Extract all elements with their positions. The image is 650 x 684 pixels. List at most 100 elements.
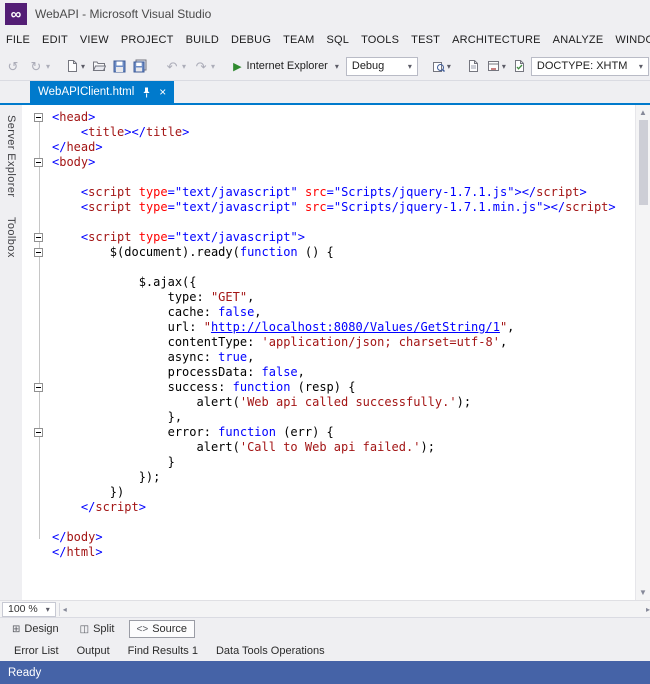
open-folder-icon	[92, 61, 107, 71]
code-editor[interactable]: <head> <title></title> </head> <body> <scr…	[22, 105, 635, 600]
menu-item-edit[interactable]: EDIT	[36, 29, 74, 51]
code-text: </html>	[52, 545, 103, 559]
fold-collapse-icon[interactable]	[34, 428, 43, 437]
code-line: })	[32, 485, 635, 500]
chevron-down-icon: ▾	[46, 61, 51, 71]
save-icon	[113, 60, 126, 72]
new-file-button[interactable]: ▾	[64, 57, 87, 75]
zoom-combobox[interactable]: 100 % ▾	[2, 601, 56, 617]
sidebar-tab-toolbox[interactable]: Toolbox	[5, 217, 17, 258]
vertical-scrollbar[interactable]: ▲ ▼	[635, 105, 650, 600]
panel-tab-data-tools-operations[interactable]: Data Tools Operations	[208, 642, 333, 660]
menu-item-tools[interactable]: TOOLS	[355, 29, 405, 51]
menu-item-file[interactable]: FILE	[0, 29, 36, 51]
fold-margin	[32, 215, 52, 230]
code-text: $(document).ready(function () {	[52, 245, 334, 259]
view-button-design[interactable]: ⊞ Design	[5, 621, 66, 637]
open-file-button[interactable]	[90, 58, 108, 75]
doctype-combobox[interactable]: DOCTYPE: XHTM ▾	[530, 56, 649, 76]
run-target-label: Internet Explorer	[246, 60, 328, 72]
menu-item-test[interactable]: TEST	[405, 29, 446, 51]
solution-configuration-combobox[interactable]: Debug ▾	[345, 56, 418, 76]
menu-item-analyze[interactable]: ANALYZE	[547, 29, 610, 51]
fold-margin	[32, 515, 52, 530]
code-line	[32, 215, 635, 230]
code-line: url: "http://localhost:8080/Values/GetSt…	[32, 320, 635, 335]
redo-button[interactable]: ↷ ▾	[191, 58, 217, 75]
browser-link-refresh-button[interactable]: ▾	[485, 58, 508, 75]
fold-margin	[32, 365, 52, 380]
close-icon[interactable]: ×	[159, 86, 166, 98]
menu-item-window[interactable]: WINDOW	[609, 29, 650, 51]
editor: <head> <title></title> </head> <body> <scr…	[22, 105, 650, 600]
navigate-forward-button[interactable]: ↻ ▾	[26, 58, 52, 75]
code-line: </body>	[32, 530, 635, 545]
configuration-value: Debug	[351, 60, 385, 72]
fold-collapse-icon[interactable]	[34, 233, 43, 242]
fold-margin	[32, 545, 52, 560]
fold-collapse-icon[interactable]	[34, 113, 43, 122]
menu-item-project[interactable]: PROJECT	[115, 29, 180, 51]
chevron-down-icon: ▾	[407, 61, 412, 71]
save-all-button[interactable]	[131, 57, 150, 75]
chevron-down-icon: ▾	[182, 61, 187, 71]
view-button-source[interactable]: <> Source	[128, 620, 196, 638]
fold-margin	[32, 425, 52, 440]
code-text: contentType: 'application/json; charset=…	[52, 335, 508, 349]
menu-item-architecture[interactable]: ARCHITECTURE	[446, 29, 547, 51]
code-line: $.ajax({	[32, 275, 635, 290]
fold-margin	[32, 125, 52, 140]
fold-margin	[32, 470, 52, 485]
fold-margin	[32, 245, 52, 260]
code-line: <script type="text/javascript" src="Scri…	[32, 200, 635, 215]
menu-item-view[interactable]: VIEW	[74, 29, 115, 51]
source-view-icon: <>	[136, 623, 149, 635]
find-in-files-button[interactable]: ▾	[430, 58, 453, 75]
menu-item-debug[interactable]: DEBUG	[225, 29, 277, 51]
navigate-backward-button[interactable]: ↺	[3, 58, 23, 75]
new-item-button[interactable]	[465, 57, 482, 75]
code-text: alert('Call to Web api failed.');	[52, 440, 435, 454]
code-text: <head>	[52, 110, 96, 124]
pin-icon[interactable]	[142, 87, 151, 98]
scroll-down-icon[interactable]: ▼	[639, 585, 647, 600]
undo-button[interactable]: ↶ ▾	[162, 58, 188, 75]
editor-bottom-bar: 100 % ▾ ◂ ▸	[0, 600, 650, 617]
fold-margin	[32, 170, 52, 185]
menu-item-sql[interactable]: SQL	[320, 29, 355, 51]
code-line	[32, 515, 635, 530]
fold-margin	[32, 335, 52, 350]
scroll-left-icon[interactable]: ◂	[63, 602, 67, 617]
code-line: contentType: 'application/json; charset=…	[32, 335, 635, 350]
menu-item-build[interactable]: BUILD	[180, 29, 225, 51]
fold-margin	[32, 350, 52, 365]
panel-tab-find-results-1[interactable]: Find Results 1	[120, 642, 206, 660]
fold-margin	[32, 500, 52, 515]
vs-window: ∞ WebAPI - Microsoft Visual Studio FILE E…	[0, 0, 650, 684]
schema-validation-button[interactable]	[511, 57, 528, 75]
code-text: })	[52, 485, 125, 499]
fold-collapse-icon[interactable]	[34, 158, 43, 167]
fold-collapse-icon[interactable]	[34, 248, 43, 257]
save-button[interactable]	[111, 58, 128, 75]
main-toolbar: ↺ ↻ ▾ ▾ ↶ ▾ ↷ ▾ ▶ Internet Explorer ▾ De…	[0, 52, 650, 81]
code-text: processData: false,	[52, 365, 305, 379]
code-line: async: true,	[32, 350, 635, 365]
fold-margin	[32, 530, 52, 545]
panel-tab-error-list[interactable]: Error List	[6, 642, 67, 660]
sidebar-tab-server-explorer[interactable]: Server Explorer	[5, 115, 17, 197]
code-line: <script type="text/javascript">	[32, 230, 635, 245]
panel-tab-output[interactable]: Output	[69, 642, 118, 660]
navigate-backward-icon: ↺	[7, 58, 19, 74]
scroll-right-icon[interactable]: ▸	[646, 602, 650, 617]
main-area: Server Explorer Toolbox <head> <title></t…	[0, 103, 650, 600]
menu-item-team[interactable]: TEAM	[277, 29, 320, 51]
fold-margin	[32, 320, 52, 335]
scrollbar-thumb[interactable]	[638, 120, 648, 205]
document-tab[interactable]: WebAPIClient.html ×	[30, 81, 175, 103]
view-button-split[interactable]: ◫ Split	[73, 621, 122, 637]
scroll-up-icon[interactable]: ▲	[639, 105, 647, 120]
start-debugging-button[interactable]: ▶ Internet Explorer ▾	[229, 58, 343, 75]
view-button-label: Split	[93, 623, 115, 635]
fold-collapse-icon[interactable]	[34, 383, 43, 392]
